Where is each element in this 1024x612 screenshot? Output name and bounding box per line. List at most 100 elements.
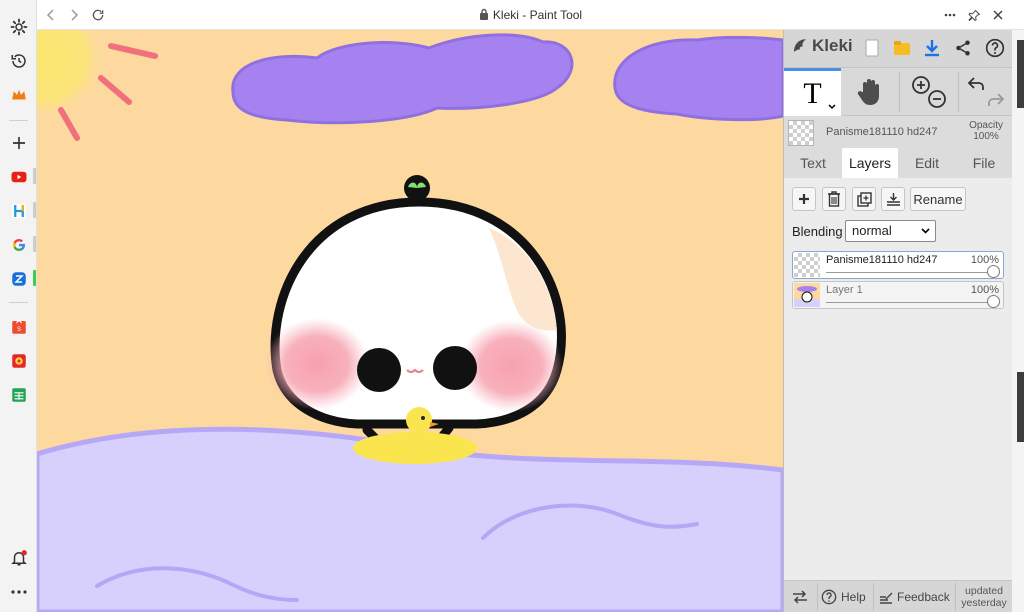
- background-window-edge: [1017, 372, 1024, 442]
- settings-icon[interactable]: [6, 14, 31, 39]
- trash-icon: [828, 191, 840, 207]
- current-layer-info: Panisme181110 hd247 Opacity 100%: [784, 116, 1013, 150]
- screen: S Kleki - Paint Tool Kleki T Panisme1811…: [0, 0, 1024, 612]
- tab-edit[interactable]: Edit: [902, 148, 952, 178]
- game-icon[interactable]: [6, 348, 31, 373]
- kleki-logo[interactable]: Kleki: [791, 36, 853, 56]
- text-tool[interactable]: T: [784, 68, 841, 116]
- tab-text[interactable]: Text: [788, 148, 838, 178]
- cloud-right: [613, 35, 783, 122]
- feedback-button[interactable]: Feedback: [879, 581, 950, 612]
- blending-value: normal: [852, 223, 892, 238]
- rename-layer-button[interactable]: Rename: [910, 187, 966, 211]
- duplicate-layer-button[interactable]: [852, 187, 876, 211]
- h-app-icon[interactable]: [6, 198, 31, 223]
- duplicate-icon: [856, 191, 872, 207]
- more-options-icon[interactable]: [939, 5, 961, 25]
- sidebar-tab-marker: [33, 270, 36, 286]
- footer-divider: [817, 583, 818, 611]
- window-title: Kleki - Paint Tool: [37, 8, 1024, 22]
- kleki-logo-icon: [794, 39, 806, 52]
- layers-pane: Rename Blending normal Panisme181110 hd2…: [784, 178, 1013, 580]
- layer-thumbnail: [794, 253, 820, 277]
- hand-tool[interactable]: [841, 68, 899, 116]
- title-bar: Kleki - Paint Tool: [37, 0, 1024, 30]
- zoom-tool[interactable]: [900, 68, 958, 116]
- kleki-logo-text: Kleki: [812, 36, 853, 55]
- undo-redo-icon: [967, 77, 1005, 106]
- canvas-artwork: [37, 30, 783, 612]
- feedback-icon: [880, 592, 893, 604]
- update-status[interactable]: updated yesterday: [957, 585, 1011, 609]
- youtube-icon[interactable]: [6, 164, 31, 189]
- drawing-canvas[interactable]: [37, 30, 783, 612]
- new-file-icon[interactable]: [860, 36, 884, 60]
- tab-file[interactable]: File: [958, 148, 1010, 178]
- footer-divider: [955, 583, 956, 611]
- layer-opacity-track: [826, 272, 993, 273]
- kleki-panel: Kleki T Panisme181110 hd247 Opacity 100%…: [783, 30, 1013, 612]
- sidebar-tab-marker: [33, 236, 36, 252]
- history-icon[interactable]: [6, 48, 31, 73]
- merge-down-icon: [886, 192, 900, 206]
- layer-thumbnail: [794, 283, 820, 307]
- share-icon[interactable]: [951, 36, 975, 60]
- shopee-icon[interactable]: S: [6, 314, 31, 339]
- add-icon[interactable]: [6, 130, 31, 155]
- footer-divider: [873, 583, 874, 611]
- panel-tabs: Text Layers Edit File: [784, 148, 1013, 178]
- text-tool-label: T: [803, 76, 822, 110]
- blush-left: [265, 318, 369, 410]
- layer-opacity-track: [826, 302, 993, 303]
- pin-icon[interactable]: [963, 5, 985, 25]
- panel-header: Kleki: [784, 30, 1013, 68]
- window-title-text: Kleki - Paint Tool: [492, 8, 583, 22]
- sidebar-divider: [9, 120, 28, 121]
- more-icon[interactable]: [6, 579, 31, 604]
- chevron-down-icon: [828, 104, 836, 110]
- layer-name: Layer 1: [826, 284, 863, 296]
- opacity-label: Opacity: [969, 120, 1003, 131]
- eye-right: [433, 346, 477, 390]
- layer-opacity-slider[interactable]: [987, 295, 1000, 308]
- crown-icon[interactable]: [6, 82, 31, 107]
- chevron-down-icon: [921, 228, 930, 234]
- panel-footer: Help Feedback updated yesterday: [784, 580, 1013, 612]
- feedback-label: Feedback: [897, 590, 950, 604]
- delete-layer-button[interactable]: [822, 187, 846, 211]
- tab-layers[interactable]: Layers: [842, 148, 898, 178]
- layer-opacity-slider[interactable]: [987, 265, 1000, 278]
- z-app-icon[interactable]: [6, 266, 31, 291]
- zoom-in-out-icon: [912, 76, 946, 108]
- swap-sides-icon[interactable]: [792, 581, 808, 612]
- update-status-line2: yesterday: [961, 597, 1007, 609]
- background-window-strip: [1012, 30, 1024, 612]
- google-icon[interactable]: [6, 232, 31, 257]
- toolbar: T: [784, 68, 1013, 116]
- svg-text:S: S: [16, 326, 20, 332]
- current-layer-name: Panisme181110 hd247: [826, 126, 938, 138]
- open-folder-icon[interactable]: [890, 36, 914, 60]
- blending-label: Blending: [792, 224, 843, 239]
- sidebar-tab-marker: [33, 168, 36, 184]
- help-button[interactable]: Help: [821, 581, 866, 612]
- eye-left: [357, 348, 401, 392]
- lock-icon: [479, 8, 488, 20]
- sheets-icon[interactable]: [6, 382, 31, 407]
- notification-bell-icon[interactable]: [6, 545, 31, 570]
- download-icon[interactable]: [920, 36, 944, 60]
- layer-row[interactable]: Panisme181110 hd247 100%: [792, 251, 1004, 279]
- current-layer-thumbnail: [788, 120, 814, 146]
- layer-name: Panisme181110 hd247: [826, 254, 938, 266]
- layer-row[interactable]: Layer 1 100%: [792, 281, 1004, 309]
- help-circle-icon[interactable]: [983, 36, 1007, 60]
- close-icon[interactable]: [987, 5, 1009, 25]
- opacity-value: 100%: [973, 131, 999, 142]
- merge-layer-button[interactable]: [881, 187, 905, 211]
- blending-select[interactable]: normal: [845, 220, 936, 242]
- update-status-line1: updated: [965, 585, 1003, 597]
- current-layer-opacity[interactable]: Opacity 100%: [969, 120, 1003, 142]
- undo-redo[interactable]: [959, 68, 1013, 116]
- add-layer-button[interactable]: [792, 187, 816, 211]
- sidebar-divider: [9, 302, 28, 303]
